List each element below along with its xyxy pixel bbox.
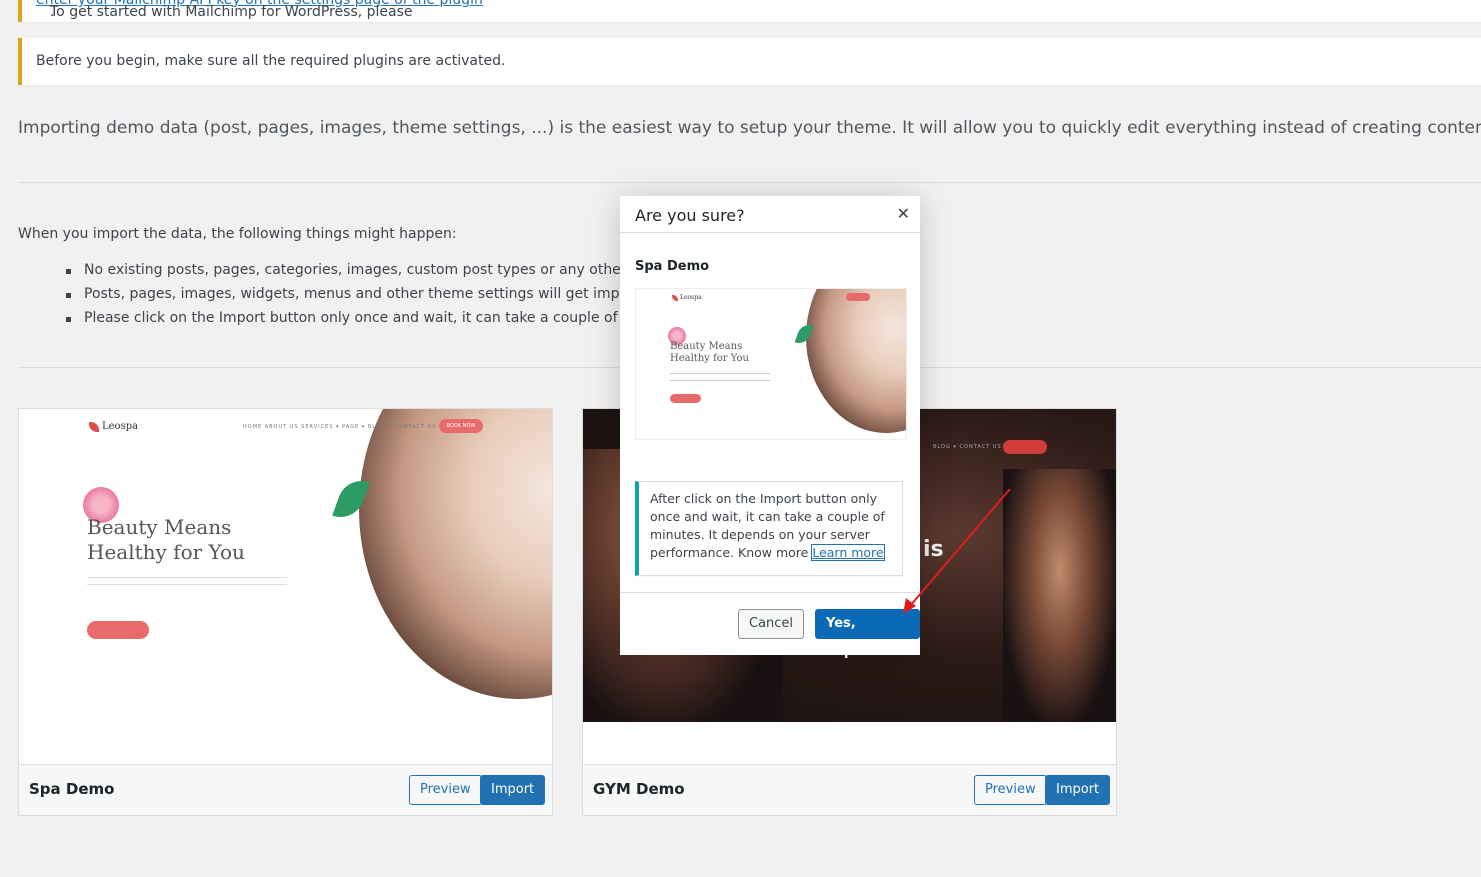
spa-headline-line-2: Healthy for You <box>670 353 749 364</box>
gym-headline: is <box>923 537 944 562</box>
gym-nav-button <box>1003 440 1047 454</box>
demo-name: Spa Demo <box>29 780 115 798</box>
preview-button[interactable]: Preview <box>409 775 482 805</box>
spa-body-lines <box>87 577 287 585</box>
preview-button[interactable]: Preview <box>974 775 1047 805</box>
spa-logo: Leospa <box>89 421 138 432</box>
spa-headline-line-1: Beauty Means <box>670 341 743 352</box>
plugins-notice-text: Before you begin, make sure all the requ… <box>36 53 506 69</box>
spa-body-lines <box>670 373 770 381</box>
import-info-notice: After click on the Import button only on… <box>635 481 903 576</box>
spa-cta <box>670 394 701 403</box>
spa-hero-photo <box>806 289 906 433</box>
gym-photo-right <box>1003 469 1116 722</box>
spa-headline: Beauty Means Healthy for You <box>670 341 749 365</box>
cancel-button[interactable]: Cancel <box>738 609 805 639</box>
dialog-demo-screenshot: Leospa Beauty Means Healthy for You <box>635 288 907 440</box>
import-button[interactable]: Import <box>1045 775 1111 805</box>
confirm-import-dialog: Are you sure? ✕ Spa Demo Leospa Beauty M… <box>620 196 920 659</box>
spa-cta <box>87 621 149 639</box>
close-icon[interactable]: ✕ <box>897 204 910 223</box>
spa-logo: Leospa <box>672 294 702 301</box>
spa-headline: Beauty Means Healthy for You <box>87 515 245 565</box>
spa-demo-screenshot: Leospa HOME ABOUT US SERVICES ▾ PAGE ▾ B… <box>19 409 552 722</box>
intro-text: Importing demo data (post, pages, images… <box>18 118 1481 138</box>
gym-nav: BLOG ▾ CONTACT US <box>933 444 1002 450</box>
spa-headline-line-1: Beauty Means <box>87 515 232 539</box>
confirm-import-button[interactable]: Yes, import! <box>815 609 920 659</box>
happen-list: No existing posts, pages, categories, im… <box>66 262 663 334</box>
mailchimp-notice-tail: . <box>50 4 55 20</box>
spa-headline-line-2: Healthy for You <box>87 540 245 564</box>
list-item: Posts, pages, images, widgets, menus and… <box>66 286 663 310</box>
happen-heading: When you import the data, the following … <box>18 226 457 242</box>
mailchimp-notice-lead: To get started with Mailchimp for WordPr… <box>50 4 413 20</box>
demo-card-spa: Leospa HOME ABOUT US SERVICES ▾ PAGE ▾ B… <box>18 408 553 816</box>
dialog-divider <box>620 232 920 233</box>
plugins-notice: Before you begin, make sure all the requ… <box>18 38 1481 85</box>
learn-more-link[interactable]: Learn more <box>811 544 885 561</box>
dialog-demo-name: Spa Demo <box>635 259 710 274</box>
dialog-title: Are you sure? <box>635 206 745 225</box>
spa-nav-button: BOOK NOW <box>439 419 483 433</box>
card-footer: GYM Demo Preview Import <box>583 764 1116 815</box>
import-button[interactable]: Import <box>480 775 546 805</box>
demo-name: GYM Demo <box>593 780 685 798</box>
spa-nav-button <box>846 293 870 301</box>
card-footer: Spa Demo Preview Import <box>19 764 552 815</box>
spa-nav: HOME ABOUT US SERVICES ▾ PAGE ▾ BLOG ▾ C… <box>243 424 437 430</box>
mailchimp-notice: To get started with Mailchimp for WordPr… <box>18 0 1481 22</box>
list-item: Please click on the Import button only o… <box>66 310 663 334</box>
list-item: No existing posts, pages, categories, im… <box>66 262 663 286</box>
dialog-divider <box>620 592 920 593</box>
mailchimp-notice-text: To get started with Mailchimp for WordPr… <box>36 0 483 20</box>
divider <box>18 182 1481 183</box>
